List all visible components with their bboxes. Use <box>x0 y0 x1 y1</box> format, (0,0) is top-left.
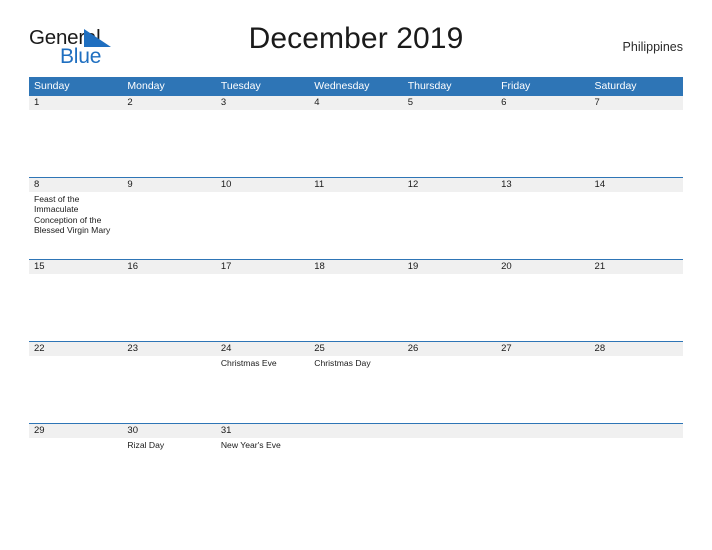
week-date-strip: 29 30 31 <box>29 424 683 438</box>
day-event-cell <box>122 110 215 177</box>
week-event-strip: Feast of the Immaculate Conception of th… <box>29 192 683 259</box>
day-event-cell <box>216 192 309 259</box>
day-number-cell[interactable]: 14 <box>590 178 683 192</box>
day-number-cell[interactable]: 15 <box>29 260 122 274</box>
day-event-cell <box>403 274 496 341</box>
day-number-cell[interactable]: 27 <box>496 342 589 356</box>
day-event-cell <box>496 356 589 423</box>
day-number-cell[interactable]: 26 <box>403 342 496 356</box>
calendar-week-row: 15 16 17 18 19 20 21 <box>29 259 683 341</box>
weekday-header-tuesday: Tuesday <box>220 80 261 92</box>
day-event-cell: Christmas Eve <box>220 358 277 368</box>
day-number-cell[interactable]: 31 <box>216 424 309 438</box>
day-event-cell <box>122 274 215 341</box>
day-event-cell <box>403 438 496 505</box>
day-event-cell <box>29 110 122 177</box>
day-number-cell[interactable]: 7 <box>590 96 683 110</box>
weekday-header-friday: Friday <box>501 80 531 92</box>
week-date-strip: 15 16 17 18 19 20 21 <box>29 260 683 274</box>
day-number-cell[interactable]: 8 <box>29 178 122 192</box>
day-number-cell[interactable]: 21 <box>590 260 683 274</box>
day-number-cell[interactable]: 24 <box>216 342 309 356</box>
weekday-header-monday: Monday <box>127 80 165 92</box>
day-event-cell <box>122 192 215 259</box>
day-event-cell <box>309 274 402 341</box>
day-event-cell <box>590 274 683 341</box>
day-number-cell[interactable]: 17 <box>216 260 309 274</box>
day-number-cell[interactable]: 20 <box>496 260 589 274</box>
day-event-cell <box>309 192 402 259</box>
day-number-cell[interactable]: 16 <box>122 260 215 274</box>
day-event-cell: Rizal Day <box>127 440 165 450</box>
day-number-cell <box>496 424 589 438</box>
day-event-cell <box>496 192 589 259</box>
week-date-strip: 1 2 3 4 5 6 7 <box>29 96 683 110</box>
day-event-cell <box>216 110 309 177</box>
day-number-cell[interactable]: 29 <box>29 424 122 438</box>
weekday-header-saturday: Saturday <box>594 80 637 92</box>
calendar-grid: Sunday Monday Tuesday Wednesday Thursday… <box>29 77 683 505</box>
day-number-cell[interactable]: 2 <box>122 96 215 110</box>
week-event-strip <box>29 110 683 177</box>
day-event-cell <box>309 110 402 177</box>
day-number-cell <box>590 424 683 438</box>
day-event-cell <box>590 192 683 259</box>
day-event-cell: Christmas Day <box>314 358 371 368</box>
day-number-cell[interactable]: 25 <box>309 342 402 356</box>
day-number-cell[interactable]: 10 <box>216 178 309 192</box>
calendar-week-row: 22 23 24 25 26 27 28 Christmas Eve Chris… <box>29 341 683 423</box>
day-number-cell[interactable]: 4 <box>309 96 402 110</box>
day-event-cell <box>590 438 683 505</box>
calendar-week-row: 29 30 31 Rizal Day New Year's Eve <box>29 423 683 505</box>
week-event-strip: Christmas Eve Christmas Day <box>29 356 683 423</box>
day-number-cell[interactable]: 9 <box>122 178 215 192</box>
day-number-cell[interactable]: 18 <box>309 260 402 274</box>
day-event-cell <box>496 110 589 177</box>
country-label: Philippines <box>622 40 683 54</box>
day-number-cell[interactable]: 1 <box>29 96 122 110</box>
weekday-header-sunday: Sunday <box>34 80 70 92</box>
day-event-cell <box>216 274 309 341</box>
week-date-strip: 8 9 10 11 12 13 14 <box>29 178 683 192</box>
day-event-cell <box>590 356 683 423</box>
day-event-cell <box>403 110 496 177</box>
day-event-cell <box>29 356 122 423</box>
day-number-cell[interactable]: 28 <box>590 342 683 356</box>
week-event-strip <box>29 274 683 341</box>
weekday-header-row: Sunday Monday Tuesday Wednesday Thursday… <box>29 77 683 95</box>
day-number-cell[interactable]: 19 <box>403 260 496 274</box>
day-event-cell <box>29 438 122 505</box>
calendar-page: General Blue December 2019 Philippines S… <box>0 0 712 550</box>
day-event-cell <box>403 356 496 423</box>
calendar-week-row: 8 9 10 11 12 13 14 Feast of the Immacula… <box>29 177 683 259</box>
day-event-cell <box>29 274 122 341</box>
week-date-strip: 22 23 24 25 26 27 28 <box>29 342 683 356</box>
day-event-cell <box>590 110 683 177</box>
day-event-cell <box>496 274 589 341</box>
weekday-header-thursday: Thursday <box>407 80 452 92</box>
day-event-cell <box>122 356 215 423</box>
week-event-strip: Rizal Day New Year's Eve <box>29 438 683 505</box>
day-number-cell[interactable]: 12 <box>403 178 496 192</box>
calendar-week-row: 1 2 3 4 5 6 7 <box>29 95 683 177</box>
day-event-cell: New Year's Eve <box>220 440 281 450</box>
day-number-cell[interactable]: 23 <box>122 342 215 356</box>
day-event-cell <box>496 438 589 505</box>
day-number-cell[interactable]: 13 <box>496 178 589 192</box>
page-title: December 2019 <box>248 22 464 55</box>
day-number-cell[interactable]: 30 <box>122 424 215 438</box>
day-number-cell[interactable]: 6 <box>496 96 589 110</box>
day-number-cell[interactable]: 22 <box>29 342 122 356</box>
day-number-cell[interactable]: 5 <box>403 96 496 110</box>
weekday-header-wednesday: Wednesday <box>314 80 370 92</box>
page-header: General Blue December 2019 Philippines <box>29 22 683 72</box>
day-number-cell[interactable]: 3 <box>216 96 309 110</box>
day-number-cell[interactable]: 11 <box>309 178 402 192</box>
day-number-cell <box>403 424 496 438</box>
day-number-cell <box>309 424 402 438</box>
day-event-cell: Feast of the Immaculate Conception of th… <box>34 194 111 236</box>
day-event-cell <box>403 192 496 259</box>
day-event-cell <box>309 438 402 505</box>
